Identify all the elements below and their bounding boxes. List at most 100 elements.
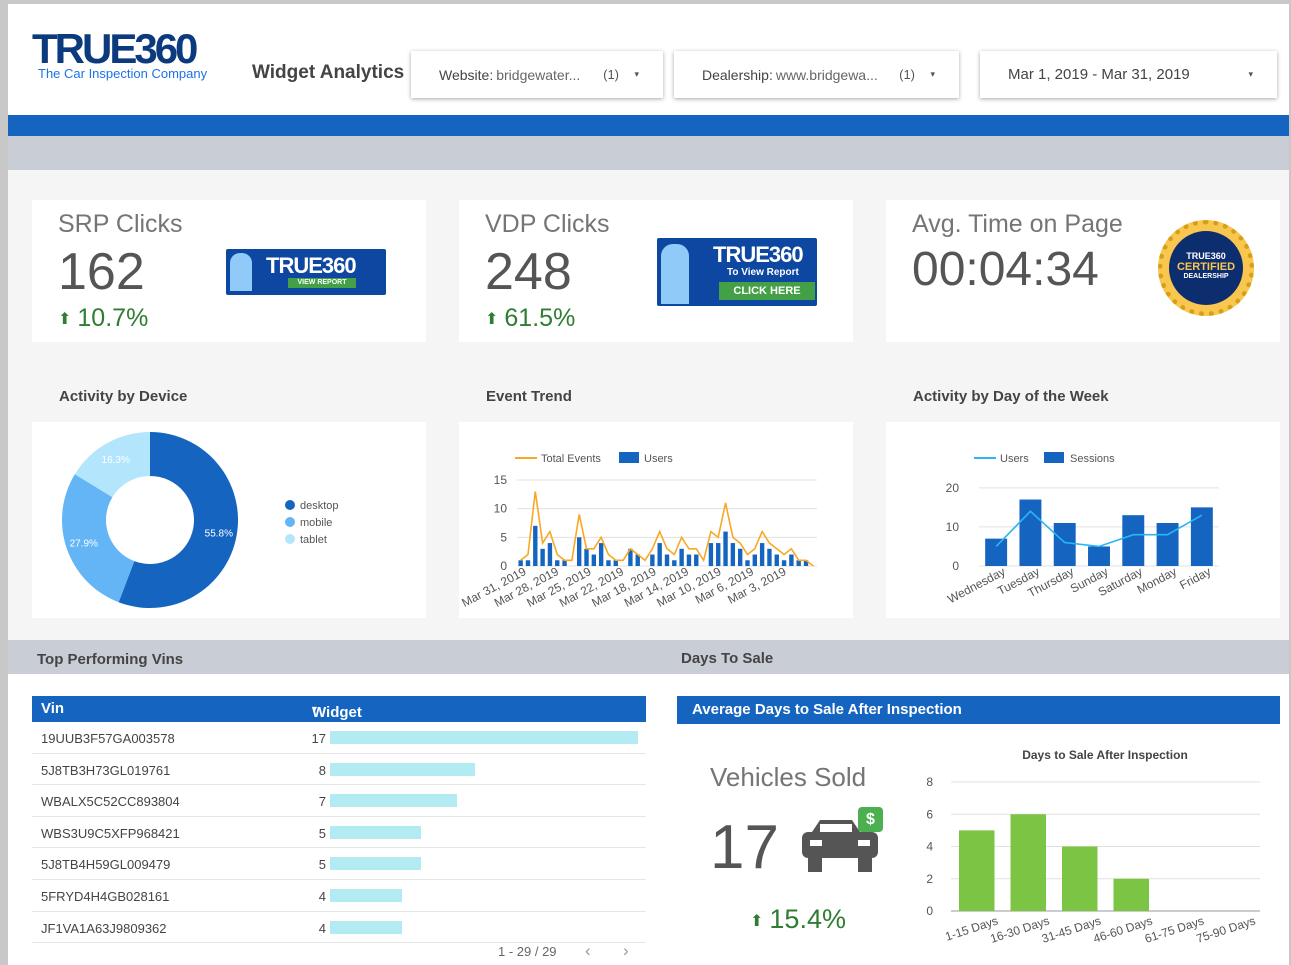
days-title: Days To Sale bbox=[681, 650, 774, 667]
view-report-badge[interactable]: TRUE360 VIEW REPORT bbox=[226, 249, 386, 295]
filter-label: Website bbox=[439, 66, 490, 83]
dow-bar-Thursday bbox=[1053, 523, 1076, 566]
days-bar bbox=[1010, 814, 1046, 911]
legend-swatch bbox=[285, 517, 295, 527]
legend-label-tablet: tablet bbox=[300, 534, 327, 546]
clicks-cell: 17 bbox=[311, 731, 326, 746]
days-panel-header: Average Days to Sale After Inspection bbox=[677, 696, 1280, 724]
inspector-icon bbox=[661, 244, 689, 304]
filter-count: (1) bbox=[603, 67, 619, 82]
legend-swatch bbox=[285, 534, 295, 544]
chart-title: Days to Sale After Inspection bbox=[1022, 748, 1188, 762]
trend-bar bbox=[657, 543, 662, 566]
trend-bar bbox=[774, 554, 779, 566]
vin-table: Vin Widget clicks ▾ 19UUB3F57GA003578 17 5… bbox=[32, 696, 646, 944]
filter-colon: : bbox=[489, 66, 494, 83]
device-chart-card: 55.8% desktop 27.9% mobile 16.3% tablet bbox=[32, 422, 426, 618]
dow-bar-Wednesday bbox=[985, 538, 1008, 566]
true360-logo[interactable]: TRUE360 The Car Inspection Company bbox=[32, 25, 208, 82]
y-tick-label: 4 bbox=[926, 840, 933, 854]
kpi-delta-value: 10.7% bbox=[77, 304, 149, 332]
days-to-sale-chart: Days to Sale After Inspection024681-15 D… bbox=[926, 748, 1260, 946]
up-arrow-icon: ⬆ bbox=[485, 311, 499, 328]
clicks-cell: 5 bbox=[318, 825, 326, 841]
badge-title: TRUE360 bbox=[713, 242, 804, 267]
legend-label-desktop: desktop bbox=[300, 500, 339, 512]
seal-line1: TRUE360 bbox=[1186, 251, 1226, 261]
y-tick-label: 10 bbox=[946, 520, 960, 534]
pie-slice-label: 55.8% bbox=[205, 529, 233, 540]
trend-bar bbox=[796, 560, 801, 566]
trend-bar bbox=[664, 554, 670, 566]
legend-label: Users bbox=[1000, 453, 1029, 465]
trend-bar bbox=[708, 543, 714, 566]
clicks-bar bbox=[330, 825, 421, 839]
filter-value: www.bridgewa... bbox=[775, 66, 878, 83]
dow-chart-card: 0 10 20 Users Sessions Wednesday Tuesday Thursd… bbox=[886, 422, 1280, 618]
sort-desc-icon: ▾ bbox=[312, 704, 318, 715]
dow-chart: 01020Users SessionsWednesdayTuesdayThursd… bbox=[945, 452, 1219, 606]
trend-bar bbox=[679, 548, 684, 566]
table-row[interactable]: 19UUB3F57GA003578 17 bbox=[32, 722, 646, 754]
vehicles-sold-value: 17 bbox=[710, 813, 779, 882]
toolbar-strip bbox=[8, 136, 1289, 170]
trend-bar bbox=[767, 548, 772, 566]
y-tick-label: 0 bbox=[500, 559, 507, 573]
logo-wordmark: TRUE360 bbox=[32, 25, 198, 72]
next-page-button[interactable]: › bbox=[623, 941, 629, 961]
vin-cell: JF1VA1A63J9809362 bbox=[41, 920, 167, 936]
y-tick-label: 2 bbox=[926, 872, 933, 886]
vehicles-sold-label: Vehicles Sold bbox=[710, 762, 867, 792]
kpi-label: Avg. Time on Page bbox=[912, 210, 1123, 238]
lower-section-band: Top Performing Vins Days To Sale bbox=[8, 640, 1289, 674]
vin-cell: 5J8TB3H73GL019761 bbox=[41, 762, 171, 778]
dow-bar-Saturday bbox=[1122, 515, 1145, 566]
kpi-label: VDP Clicks bbox=[485, 210, 610, 238]
y-tick-label: 20 bbox=[946, 481, 960, 495]
trend-bar bbox=[672, 560, 677, 566]
legend-swatch bbox=[285, 500, 295, 510]
trend-bar bbox=[723, 531, 728, 566]
event-trend-chart: 051015Total Events UsersMar 31, 2019Mar 2… bbox=[459, 452, 817, 610]
badge-title: TRUE360 bbox=[266, 253, 357, 278]
x-tick-label: Friday bbox=[1177, 564, 1213, 592]
trend-bar bbox=[533, 525, 538, 566]
trend-bar bbox=[591, 554, 597, 566]
vin-cell: 5J8TB4H59GL009479 bbox=[41, 857, 171, 873]
click-here-button[interactable]: CLICK HERE bbox=[719, 282, 815, 300]
click-here-badge[interactable]: TRUE360 To View Report CLICK HERE bbox=[657, 238, 817, 306]
y-tick-label: 6 bbox=[926, 807, 933, 821]
vin-column-header[interactable]: Vin bbox=[41, 700, 64, 717]
vin-cell: WBALX5C52CC893804 bbox=[41, 794, 180, 810]
trend-bar bbox=[694, 554, 699, 566]
logo-tagline: The Car Inspection Company bbox=[38, 66, 208, 81]
table-row[interactable]: JF1VA1A63J9809362 4 bbox=[32, 912, 646, 944]
table-row[interactable]: WBS3U9C5XFP968421 5 bbox=[32, 817, 646, 849]
website-filter[interactable]: Website: bridgewater... (1) ▾ bbox=[411, 51, 663, 98]
filter-value: bridgewater... bbox=[496, 66, 581, 83]
filter-colon: : bbox=[768, 66, 773, 83]
clicks-cell: 8 bbox=[318, 762, 326, 778]
up-arrow-icon: ⬆ bbox=[58, 311, 72, 328]
kpi-delta-value: 61.5% bbox=[504, 304, 576, 332]
vin-cell: 19UUB3F57GA003578 bbox=[41, 731, 175, 746]
date-range-filter[interactable]: Mar 1, 2019 - Mar 31, 2019 ▾ bbox=[980, 51, 1277, 98]
vehicles-sold-delta-value: 15.4% bbox=[769, 904, 846, 934]
table-row[interactable]: 5FRYD4H4GB028161 4 bbox=[32, 880, 646, 912]
days-bar bbox=[1062, 846, 1098, 911]
prev-page-button[interactable]: ‹ bbox=[585, 941, 591, 961]
dollar-badge-icon: $ bbox=[858, 807, 883, 832]
table-row[interactable]: WBALX5C52CC893804 7 bbox=[32, 785, 646, 817]
trend-bar bbox=[730, 543, 736, 566]
pie-slice-label: 16.3% bbox=[102, 455, 130, 466]
table-row[interactable]: 5J8TB3H73GL019761 8 bbox=[32, 754, 646, 786]
clicks-cell: 7 bbox=[318, 794, 326, 810]
trend-bar bbox=[547, 543, 553, 566]
clicks-bar bbox=[330, 762, 475, 776]
pagination-label: 1 - 29 / 29 bbox=[498, 944, 557, 959]
table-row[interactable]: 5J8TB4H59GL009479 5 bbox=[32, 848, 646, 880]
clicks-cell: 4 bbox=[318, 920, 326, 936]
inspector-icon bbox=[230, 253, 252, 291]
dealership-filter[interactable]: Dealership: www.bridgewa... (1) ▾ bbox=[674, 51, 959, 98]
seal-line2: CERTIFIED bbox=[1176, 261, 1236, 273]
